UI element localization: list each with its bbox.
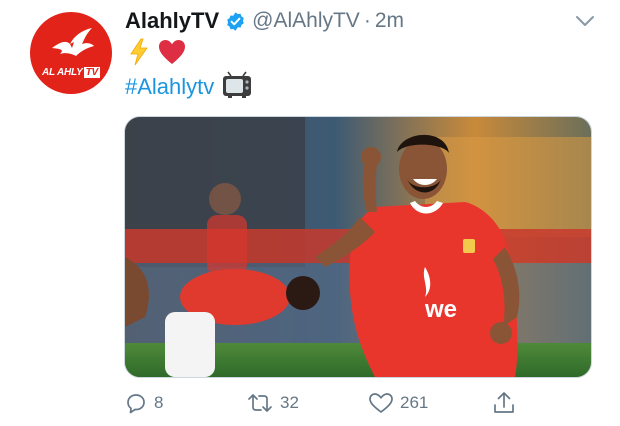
hashtag-link[interactable]: #Alahlytv <box>125 74 214 100</box>
reply-button[interactable]: 8 <box>124 388 163 418</box>
like-count: 261 <box>400 393 429 412</box>
like-button[interactable]: 261 <box>368 388 428 418</box>
author-name[interactable]: AlahlyTV <box>125 8 219 34</box>
tweet-text-hashtag: #Alahlytv <box>125 71 252 104</box>
share-icon <box>492 390 516 416</box>
share-button[interactable] <box>492 388 516 418</box>
tweet-timestamp[interactable]: 2m <box>375 9 404 33</box>
tv-emoji-icon <box>222 71 252 104</box>
avatar[interactable]: AL AHLY TV <box>30 12 112 94</box>
reply-count: 8 <box>154 393 164 412</box>
avatar-logo-text: AL AHLY TV <box>41 67 101 78</box>
retweet-icon <box>246 391 274 415</box>
tweet-header: AlahlyTV @AlAhlyTV · 2m <box>125 6 404 36</box>
retweet-button[interactable]: 32 <box>246 388 299 418</box>
shirt-sponsor-text: we <box>424 296 457 323</box>
football-player-celebrating-photo: we <box>125 117 591 377</box>
reply-icon <box>124 391 148 415</box>
retweet-count: 32 <box>280 393 299 412</box>
author-handle[interactable]: @AlAhlyTV <box>252 9 360 33</box>
tweet-media-photo[interactable]: we <box>124 116 592 378</box>
heart-icon <box>368 391 394 415</box>
chevron-down-icon[interactable] <box>572 10 598 32</box>
verified-badge-icon <box>225 11 246 32</box>
red-heart-emoji-icon <box>158 39 186 70</box>
tweet-text-emojis <box>128 38 186 71</box>
tweet-card[interactable]: AL AHLY TV AlahlyTV @AlAhlyTV · 2m #Alah… <box>0 0 620 426</box>
separator-dot: · <box>363 9 371 32</box>
eagle-logo-icon <box>52 28 94 56</box>
lightning-emoji-icon <box>128 38 150 71</box>
tweet-actions: 8 32 261 <box>0 388 620 418</box>
